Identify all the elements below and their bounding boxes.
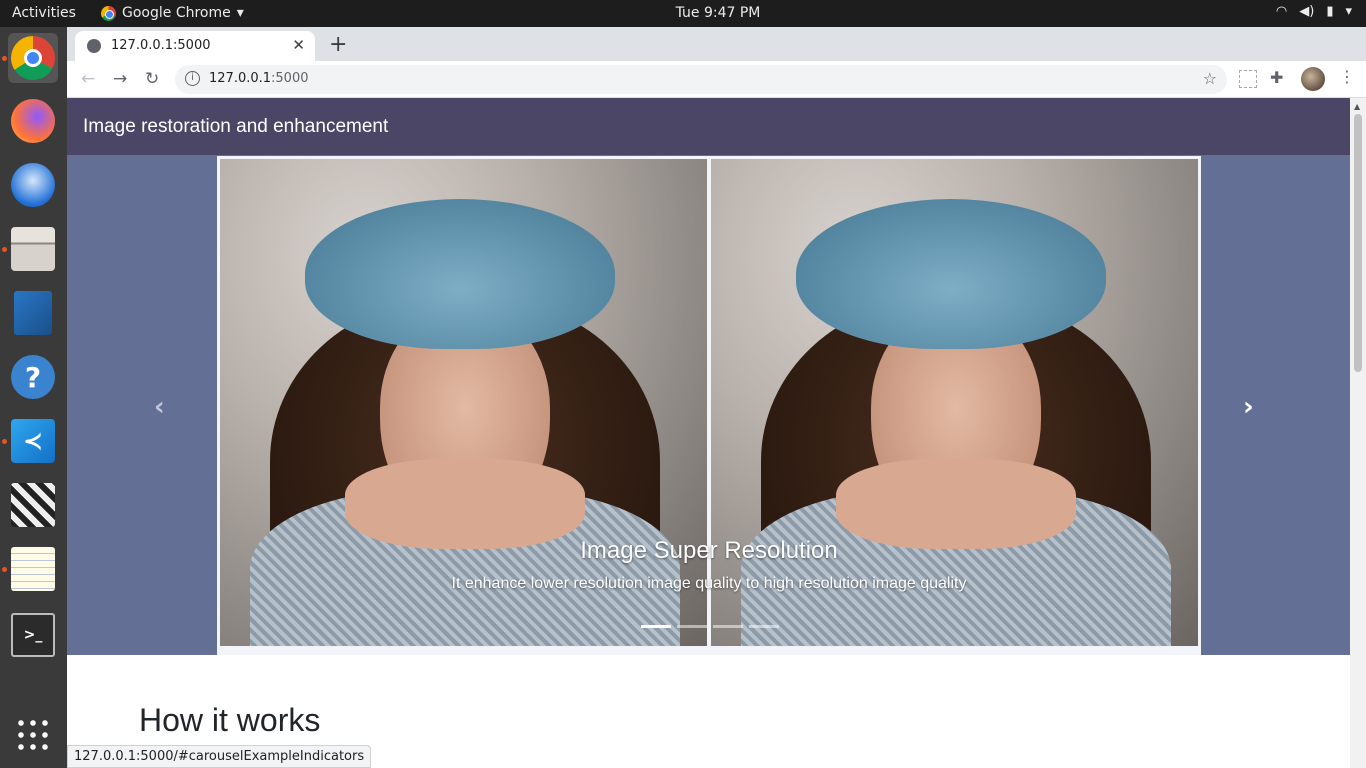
- running-indicator: [2, 56, 7, 61]
- writer-icon: [14, 291, 52, 335]
- dock-firefox[interactable]: [8, 96, 58, 146]
- dock-video-editor[interactable]: [8, 480, 58, 530]
- dock-text-editor[interactable]: [8, 544, 58, 594]
- carousel-next-icon[interactable]: ›: [1243, 392, 1254, 422]
- carousel-indicator[interactable]: [749, 625, 779, 628]
- page-viewport: Image restoration and enhancement Image …: [67, 98, 1350, 768]
- system-tray[interactable]: ◠ ◀) ▮ ▾: [1276, 4, 1352, 19]
- system-top-bar: Activities Google Chrome ▾ Tue 9:47 PM ◠…: [0, 0, 1366, 27]
- new-tab-button[interactable]: +: [329, 32, 347, 57]
- chrome-icon: [11, 36, 55, 80]
- link-status-bubble: 127.0.0.1:5000/#carouselExampleIndicator…: [67, 745, 372, 768]
- slide-image-original: [220, 159, 707, 646]
- app-menu[interactable]: Google Chrome ▾: [101, 5, 244, 21]
- app-menu-label: Google Chrome: [122, 5, 231, 21]
- info-icon[interactable]: i: [185, 71, 200, 86]
- app-grid-icon: [15, 717, 51, 753]
- dock-writer[interactable]: [8, 288, 58, 338]
- dock-files[interactable]: [8, 224, 58, 274]
- wifi-icon: ◠: [1275, 4, 1288, 19]
- chrome-icon: [101, 5, 116, 21]
- activities-button[interactable]: Activities: [12, 5, 76, 21]
- forward-button[interactable]: →: [113, 69, 127, 89]
- running-indicator: [2, 439, 7, 444]
- section-heading-how-it-works: How it works: [139, 702, 321, 738]
- back-button[interactable]: ←: [81, 69, 95, 89]
- terminal-icon: >_: [11, 613, 55, 657]
- dock-help[interactable]: ?: [8, 352, 58, 402]
- tab-strip: 127.0.0.1:5000 ✕ +: [67, 27, 1366, 61]
- thunderbird-icon: [11, 163, 55, 207]
- help-icon: ?: [11, 355, 55, 399]
- running-indicator: [2, 247, 7, 252]
- site-navbar: Image restoration and enhancement: [67, 98, 1350, 155]
- reload-button[interactable]: ↻: [145, 69, 159, 89]
- slide-image-enhanced: [711, 159, 1198, 646]
- dock-vscode[interactable]: ≺: [8, 416, 58, 466]
- carousel-indicator[interactable]: [641, 625, 671, 628]
- caret-down-icon: ▾: [236, 5, 244, 21]
- extensions-puzzle-icon[interactable]: ✚: [1270, 68, 1288, 87]
- hero-section: Image Super Resolution It enhance lower …: [67, 155, 1350, 655]
- page-scrollbar[interactable]: ▲: [1350, 98, 1366, 768]
- carousel-indicators: [641, 625, 779, 628]
- carousel-caption-title: Image Super Resolution: [580, 537, 838, 564]
- site-brand[interactable]: Image restoration and enhancement: [83, 116, 388, 138]
- caret-down-icon: ▾: [1345, 4, 1352, 19]
- volume-icon: ◀): [1299, 4, 1315, 19]
- extension-icon[interactable]: [1239, 70, 1257, 88]
- dock-terminal[interactable]: >_: [8, 610, 58, 660]
- firefox-icon: [11, 99, 55, 143]
- bookmark-star-icon[interactable]: ☆: [1203, 69, 1217, 88]
- globe-icon: [87, 39, 101, 53]
- clapperboard-icon: [11, 483, 55, 527]
- battery-icon: ▮: [1326, 4, 1334, 19]
- dock: ? ≺ >_: [0, 27, 67, 768]
- notepad-icon: [11, 547, 55, 591]
- running-indicator: [2, 567, 7, 572]
- address-bar[interactable]: i 127.0.0.1:5000 ☆: [175, 65, 1227, 94]
- scrollbar-thumb[interactable]: [1354, 114, 1362, 372]
- close-icon[interactable]: ✕: [292, 36, 305, 54]
- carousel-caption-text: It enhance lower resolution image qualit…: [451, 575, 967, 592]
- vscode-icon: ≺: [11, 419, 55, 463]
- carousel-indicator[interactable]: [677, 625, 707, 628]
- carousel-indicator[interactable]: [713, 625, 743, 628]
- carousel: Image Super Resolution It enhance lower …: [217, 156, 1201, 655]
- url-text: 127.0.0.1:5000: [209, 71, 309, 86]
- tab-title: 127.0.0.1:5000: [111, 38, 211, 53]
- dock-chrome[interactable]: [8, 33, 58, 83]
- scroll-up-icon[interactable]: ▲: [1354, 102, 1360, 111]
- files-icon: [11, 227, 55, 271]
- carousel-prev-icon[interactable]: ‹: [154, 392, 165, 422]
- browser-toolbar: ← → ↻ i 127.0.0.1:5000 ☆ ✚ ⋮: [67, 61, 1366, 98]
- tab-active[interactable]: 127.0.0.1:5000 ✕: [75, 31, 315, 61]
- kebab-menu-icon[interactable]: ⋮: [1339, 67, 1357, 86]
- profile-avatar[interactable]: [1301, 67, 1325, 91]
- show-applications-button[interactable]: [8, 710, 58, 760]
- dock-thunderbird[interactable]: [8, 160, 58, 210]
